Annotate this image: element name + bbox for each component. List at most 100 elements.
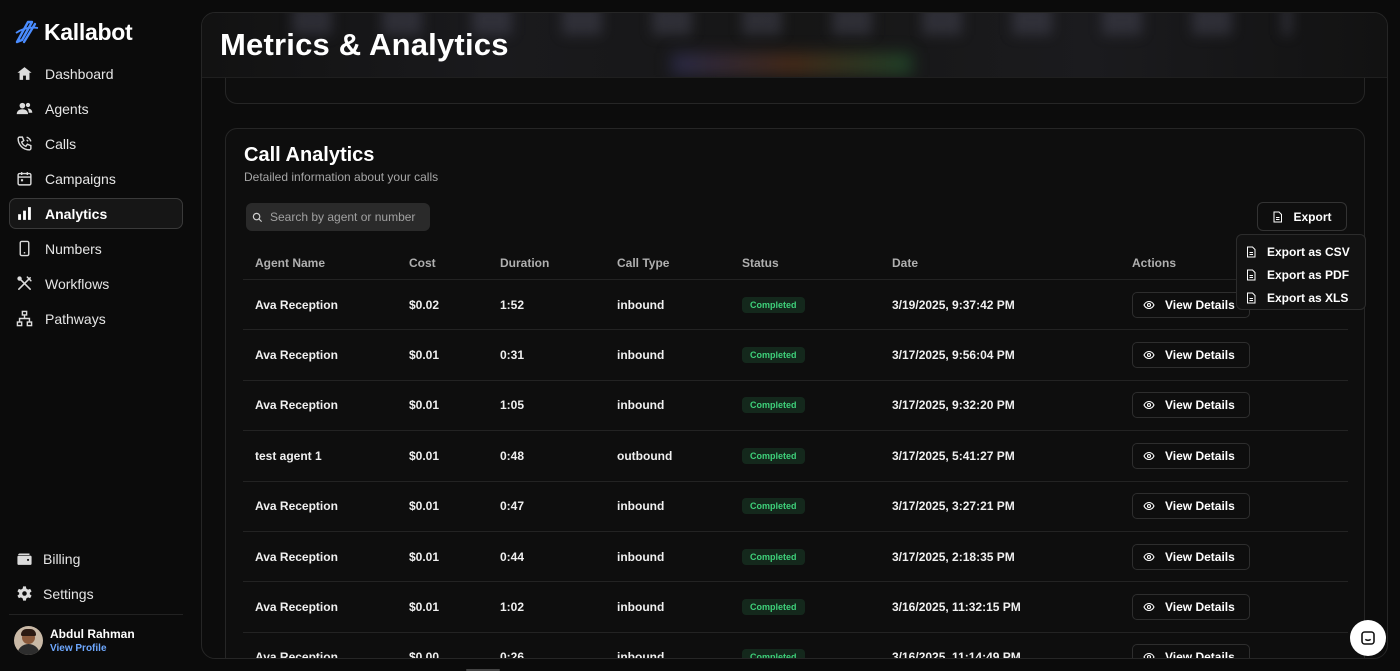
view-details-button[interactable]: View Details <box>1132 594 1250 621</box>
wallet-icon <box>16 550 33 567</box>
sidebar-item-label: Settings <box>43 585 94 602</box>
export-menu: Export as CSV Export as PDF Export as XL… <box>1236 234 1366 310</box>
sidebar-item-pathways[interactable]: Pathways <box>9 303 183 334</box>
view-details-label: View Details <box>1165 650 1235 659</box>
brand-name: Kallabot <box>44 18 133 45</box>
cell-date: 3/16/2025, 11:32:15 PM <box>892 600 1021 615</box>
column-agent-name[interactable]: Agent Name <box>243 256 409 270</box>
eye-icon <box>1143 300 1155 309</box>
table-header: Agent Name Cost Duration Call Type Statu… <box>243 246 1348 280</box>
cell-cost: $0.01 <box>409 499 440 514</box>
column-status[interactable]: Status <box>742 256 892 270</box>
column-duration[interactable]: Duration <box>500 256 617 270</box>
sidebar-bottom-nav: Billing Settings <box>9 543 183 613</box>
search-icon <box>252 212 263 222</box>
cell-actions: View Details <box>1132 493 1348 520</box>
calls-table: Agent Name Cost Duration Call Type Statu… <box>243 246 1348 659</box>
brand-logo[interactable]: Kallabot <box>14 18 133 46</box>
sidebar-item-dashboard[interactable]: Dashboard <box>9 58 183 89</box>
sidebar-item-agents[interactable]: Agents <box>9 93 183 124</box>
view-details-label: View Details <box>1165 549 1235 564</box>
view-details-button[interactable]: View Details <box>1132 442 1250 469</box>
search-input[interactable] <box>270 210 420 224</box>
view-details-label: View Details <box>1165 600 1235 615</box>
table-row: Ava Reception $0.01 1:02 inbound Completed 3/… <box>243 582 1348 633</box>
gear-icon <box>16 585 33 602</box>
avatar[interactable] <box>14 626 43 655</box>
export-csv-option[interactable]: Export as CSV <box>1237 240 1365 263</box>
cell-cost: $0.01 <box>409 398 440 413</box>
view-details-label: View Details <box>1165 499 1235 514</box>
cell-status: Completed <box>742 498 892 515</box>
user-profile[interactable]: Abdul Rahman View Profile <box>14 626 135 655</box>
cell-call-type: inbound <box>617 297 665 312</box>
calendar-icon <box>16 170 33 187</box>
cell-call-type: inbound <box>617 650 665 659</box>
sidebar-item-calls[interactable]: Calls <box>9 128 183 159</box>
sidebar-item-label: Campaigns <box>45 170 116 187</box>
file-icon <box>1247 292 1256 303</box>
cell-call-type: inbound <box>617 600 665 615</box>
cell-agent-name: Ava Reception <box>255 297 338 312</box>
column-date[interactable]: Date <box>892 256 1132 270</box>
sidebar-item-settings[interactable]: Settings <box>9 578 183 609</box>
table-body: Ava Reception $0.02 1:52 inbound Completed 3/… <box>243 280 1348 659</box>
view-profile-link[interactable]: View Profile <box>50 643 135 654</box>
cell-status: Completed <box>742 649 892 658</box>
cell-actions: View Details <box>1132 543 1348 570</box>
eye-icon <box>1143 552 1155 561</box>
chat-launcher-button[interactable] <box>1350 620 1386 656</box>
export-button[interactable]: Export <box>1257 202 1347 231</box>
cell-agent-name: Ava Reception <box>255 549 338 564</box>
sidebar-divider <box>9 614 183 615</box>
view-details-button[interactable]: View Details <box>1132 543 1250 570</box>
cell-duration: 1:05 <box>500 398 525 413</box>
eye-icon <box>1143 401 1155 410</box>
sidebar-item-label: Dashboard <box>45 65 114 82</box>
export-label: Export <box>1293 209 1332 224</box>
export-pdf-label: Export as PDF <box>1267 267 1350 282</box>
cell-duration: 0:44 <box>500 549 525 564</box>
table-row: Ava Reception $0.01 0:31 inbound Completed 3/… <box>243 330 1348 381</box>
cell-status: Completed <box>742 347 892 364</box>
search-box[interactable] <box>246 203 430 231</box>
view-details-label: View Details <box>1165 448 1235 463</box>
export-xls-label: Export as XLS <box>1267 290 1349 305</box>
view-details-button[interactable]: View Details <box>1132 342 1250 369</box>
view-details-label: View Details <box>1165 297 1235 312</box>
table-row: Ava Reception $0.01 1:05 inbound Completed 3/… <box>243 381 1348 432</box>
view-details-button[interactable]: View Details <box>1132 644 1250 659</box>
table-row: Ava Reception $0.01 0:47 inbound Completed 3/… <box>243 482 1348 532</box>
card-subtitle: Detailed information about your calls <box>244 170 439 184</box>
view-details-button[interactable]: View Details <box>1132 493 1250 520</box>
call-analytics-card: Call Analytics Detailed information abou… <box>225 128 1365 659</box>
cell-agent-name: Ava Reception <box>255 348 338 363</box>
cell-actions: View Details <box>1132 392 1348 419</box>
sidebar-item-analytics[interactable]: Analytics <box>9 198 183 229</box>
page-header: Metrics & Analytics <box>202 13 1387 78</box>
status-badge: Completed <box>742 498 805 515</box>
column-cost[interactable]: Cost <box>409 256 500 270</box>
status-badge: Completed <box>742 347 805 364</box>
view-details-button[interactable]: View Details <box>1132 392 1250 419</box>
column-call-type[interactable]: Call Type <box>617 256 742 270</box>
sidebar-item-billing[interactable]: Billing <box>9 543 183 574</box>
view-details-button[interactable]: View Details <box>1132 291 1250 318</box>
cell-agent-name: Ava Reception <box>255 650 338 659</box>
table-row: Ava Reception $0.00 0:26 inbound Completed 3/… <box>243 633 1348 659</box>
sidebar-item-workflows[interactable]: Workflows <box>9 268 183 299</box>
cell-date: 3/16/2025, 11:14:49 PM <box>892 650 1021 659</box>
network-icon <box>16 310 33 327</box>
cell-status: Completed <box>742 548 892 565</box>
export-pdf-option[interactable]: Export as PDF <box>1237 263 1365 286</box>
sidebar-item-campaigns[interactable]: Campaigns <box>9 163 183 194</box>
cell-date: 3/17/2025, 5:41:27 PM <box>892 448 1015 463</box>
export-xls-option[interactable]: Export as XLS <box>1237 286 1365 309</box>
sidebar-item-label: Analytics <box>45 205 108 222</box>
cell-status: Completed <box>742 296 892 313</box>
status-badge: Completed <box>742 599 805 616</box>
tools-icon <box>16 275 33 292</box>
sidebar-item-numbers[interactable]: Numbers <box>9 233 183 264</box>
cell-date: 3/17/2025, 9:56:04 PM <box>892 348 1015 363</box>
cell-call-type: outbound <box>617 448 673 463</box>
